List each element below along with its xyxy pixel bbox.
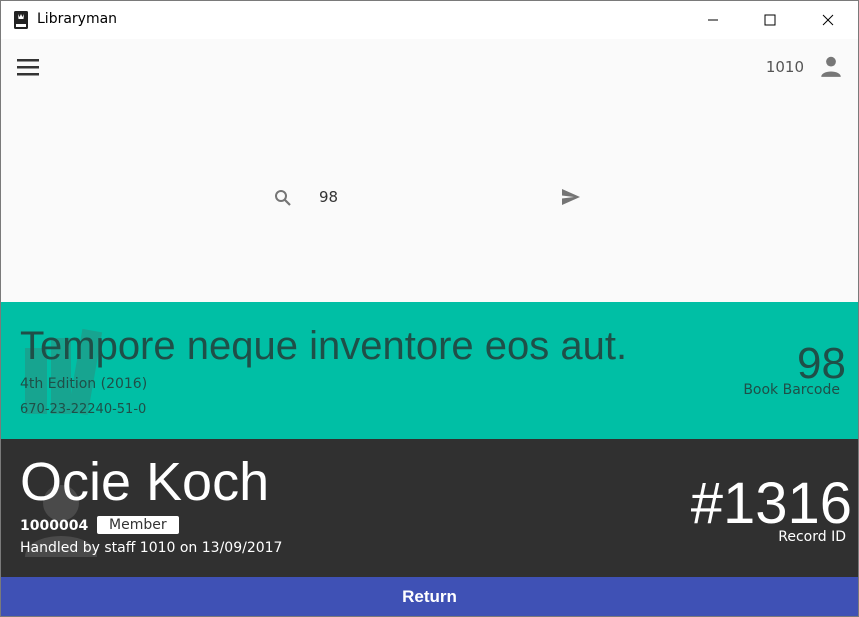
current-user-id: 1010	[765, 58, 804, 76]
member-id: 1000004	[20, 518, 89, 534]
return-button[interactable]: Return	[1, 577, 858, 616]
maximize-icon	[764, 14, 776, 26]
record-id-label: Record ID	[778, 529, 846, 545]
book-barcode: 98	[797, 339, 846, 388]
hamburger-menu-icon[interactable]	[15, 55, 41, 79]
barcode-search-input[interactable]	[319, 185, 539, 209]
close-button[interactable]	[799, 1, 857, 39]
app-window: Libraryman 1010 98 Tempore neque invento…	[0, 0, 859, 617]
book-edition: 4th Edition (2016)	[20, 376, 148, 392]
member-panel: Ocie Koch 1000004 Member Handled by staf…	[1, 439, 858, 577]
app-bar: 1010	[1, 39, 858, 95]
account-icon[interactable]	[818, 53, 844, 79]
minimize-button[interactable]	[684, 1, 742, 39]
handled-by-text: Handled by staff 1010 on 13/09/2017	[20, 540, 283, 556]
title-bar: Libraryman	[1, 1, 858, 39]
send-icon[interactable]	[560, 186, 582, 208]
member-role-badge: Member	[97, 516, 179, 534]
book-title: Tempore neque inventore eos aut.	[20, 324, 628, 368]
member-name: Ocie Koch	[20, 452, 270, 512]
close-icon	[822, 14, 834, 26]
maximize-button[interactable]	[741, 1, 799, 39]
window-title: Libraryman	[37, 11, 118, 27]
book-icon	[14, 11, 28, 29]
search-icon	[275, 190, 291, 206]
minimize-icon	[708, 19, 718, 21]
book-barcode-label: Book Barcode	[743, 382, 840, 398]
record-id: #1316	[690, 471, 852, 536]
book-isbn: 670-23-22240-51-0	[20, 402, 147, 417]
search-area	[1, 95, 858, 302]
book-panel: Tempore neque inventore eos aut. 4th Edi…	[1, 302, 858, 439]
